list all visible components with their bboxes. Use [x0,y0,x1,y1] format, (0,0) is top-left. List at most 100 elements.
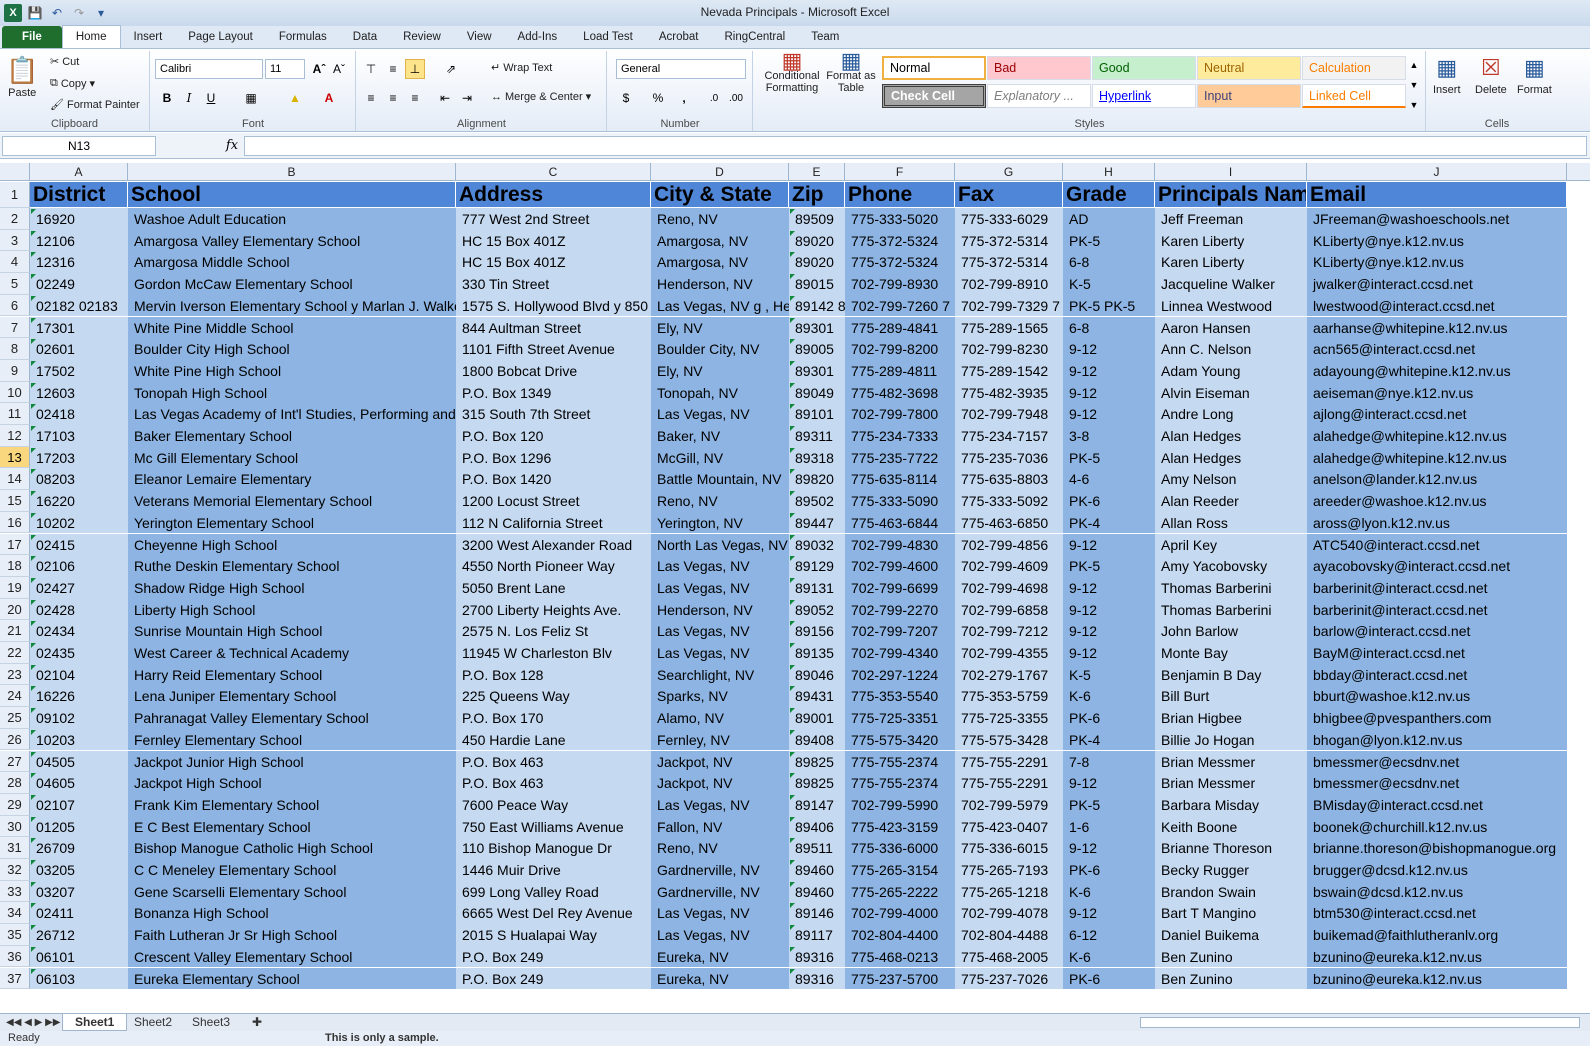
table-cell[interactable]: Alamo, NV [651,707,789,729]
table-cell[interactable]: buikemad@faithlutheranlv.org [1307,924,1567,946]
table-cell[interactable]: Battle Mountain, NV [651,468,789,491]
table-cell[interactable]: brianne.thoreson@bishopmanogue.org [1307,837,1567,859]
column-header-j[interactable]: J [1307,163,1567,181]
underline-icon[interactable]: U [201,88,221,108]
row-header[interactable]: 24 [0,685,30,708]
table-cell[interactable]: Brianne Thoreson [1155,837,1307,859]
row-header[interactable]: 11 [0,403,30,425]
table-cell[interactable]: 89146 [789,902,845,925]
format-as-table-button[interactable]: ▦ Format as Table [826,50,876,95]
cell-style-hyperlink[interactable]: Hyperlink [1092,84,1196,108]
table-cell[interactable]: 2015 S Hualapai Way [456,924,651,946]
table-cell[interactable]: 775-234-7157 [955,425,1063,447]
table-cell[interactable]: 775-235-7722 [845,446,955,469]
row-header[interactable]: 15 [0,490,30,512]
table-cell[interactable]: Reno, NV [651,208,789,230]
table-cell[interactable]: Tonopah, NV [651,381,789,404]
table-cell[interactable]: Daniel Buikema [1155,924,1307,946]
table-cell[interactable]: 9-12 [1063,576,1155,599]
worksheet-grid[interactable]: ABCDEFGHIJ 1 District School Address City & … [0,163,1590,1013]
table-cell[interactable]: 775-423-0407 [955,815,1063,838]
borders-icon[interactable]: ▦ [241,88,261,108]
table-cell[interactable]: Jackpot, NV [651,750,789,773]
column-title[interactable]: District [30,182,128,208]
table-cell[interactable]: 775-265-3154 [845,859,955,881]
table-cell[interactable]: John Barlow [1155,620,1307,642]
row-header[interactable]: 34 [0,902,30,925]
table-cell[interactable]: Gordon McCaw Elementary School [128,273,456,295]
table-cell[interactable]: P.O. Box 120 [456,425,651,447]
table-cell[interactable]: 775-289-4811 [845,359,955,382]
table-cell[interactable]: Gene Scarselli Elementary School [128,880,456,903]
column-header-d[interactable]: D [651,163,789,181]
table-cell[interactable]: Linnea Westwood [1155,294,1307,317]
table-cell[interactable]: 7-8 [1063,750,1155,773]
table-cell[interactable]: Henderson, NV [651,273,789,295]
table-cell[interactable]: 7600 Peace Way [456,793,651,816]
table-cell[interactable]: 702-799-5979 [955,793,1063,816]
align-top-icon[interactable]: ⊤ [361,59,381,79]
table-cell[interactable]: Benjamin B Day [1155,663,1307,686]
table-cell[interactable]: 16220 [30,490,128,512]
table-cell[interactable]: 5050 Brent Lane [456,576,651,599]
table-cell[interactable]: 89825 [789,772,845,794]
table-cell[interactable]: 775-755-2374 [845,750,955,773]
column-header-e[interactable]: E [789,163,845,181]
table-cell[interactable]: Las Vegas Academy of Int'l Studies, Perf… [128,403,456,425]
cell-style-calculation[interactable]: Calculation [1302,56,1406,80]
orientation-icon[interactable]: ⇗ [441,59,461,79]
row-header[interactable]: 32 [0,859,30,881]
table-cell[interactable]: 702-799-4830 [845,533,955,556]
column-title[interactable]: Grade [1063,182,1155,208]
table-cell[interactable]: McGill, NV [651,446,789,469]
table-cell[interactable]: 06103 [30,967,128,990]
table-cell[interactable]: 775-482-3935 [955,381,1063,404]
cut-button[interactable]: ✂ Cut [50,55,79,69]
select-all-corner[interactable] [0,163,30,181]
table-cell[interactable]: Alan Reeder [1155,490,1307,512]
table-cell[interactable]: Crescent Valley Elementary School [128,945,456,968]
table-cell[interactable]: 17301 [30,316,128,339]
table-cell[interactable]: North Las Vegas, NV [651,533,789,556]
sheet-nav-icon[interactable]: ◀◀ ◀ ▶ ▶▶ [2,1014,64,1031]
table-cell[interactable]: Shadow Ridge High School [128,576,456,599]
table-cell[interactable]: 702-799-8910 [955,273,1063,295]
table-cell[interactable]: 10203 [30,728,128,751]
row-header[interactable]: 31 [0,837,30,859]
table-cell[interactable]: P.O. Box 128 [456,663,651,686]
number-format-select[interactable]: General [616,59,746,79]
font-name-select[interactable]: Calibri [155,59,263,79]
table-cell[interactable]: 777 West 2nd Street [456,208,651,230]
table-cell[interactable]: 702-799-4000 [845,902,955,925]
table-cell[interactable]: 89509 [789,208,845,230]
row-header[interactable]: 13 [0,446,30,469]
italic-icon[interactable]: I [179,88,199,108]
table-cell[interactable]: PK-6 [1063,490,1155,512]
row-header[interactable]: 20 [0,598,30,621]
row-header[interactable]: 10 [0,381,30,404]
table-cell[interactable]: Adam Young [1155,359,1307,382]
tab-data[interactable]: Data [340,26,390,48]
table-cell[interactable]: 9-12 [1063,359,1155,382]
table-cell[interactable]: areeder@washoe.k12.nv.us [1307,490,1567,512]
table-cell[interactable]: 110 Bishop Manogue Dr [456,837,651,859]
table-cell[interactable]: 01205 [30,815,128,838]
table-cell[interactable]: bhigbee@pvespanthers.com [1307,707,1567,729]
table-cell[interactable]: 89046 [789,663,845,686]
align-center-icon[interactable]: ≡ [383,88,403,108]
table-cell[interactable]: HC 15 Box 401Z [456,229,651,252]
table-cell[interactable]: HC 15 Box 401Z [456,251,651,274]
undo-icon[interactable]: ↶ [48,4,66,22]
table-cell[interactable]: Amargosa, NV [651,229,789,252]
table-cell[interactable]: 775-755-2291 [955,750,1063,773]
tab-insert[interactable]: Insert [121,26,176,48]
table-cell[interactable]: 9-12 [1063,902,1155,925]
table-cell[interactable]: K-5 [1063,663,1155,686]
table-cell[interactable]: aeiseman@nye.k12.nv.us [1307,381,1567,404]
table-cell[interactable]: Bill Burt [1155,685,1307,708]
tab-ringcentral[interactable]: RingCentral [711,26,798,48]
table-cell[interactable]: Ely, NV [651,316,789,339]
table-cell[interactable]: K-6 [1063,945,1155,968]
table-cell[interactable]: P.O. Box 1420 [456,468,651,491]
table-cell[interactable]: 775-234-7333 [845,425,955,447]
